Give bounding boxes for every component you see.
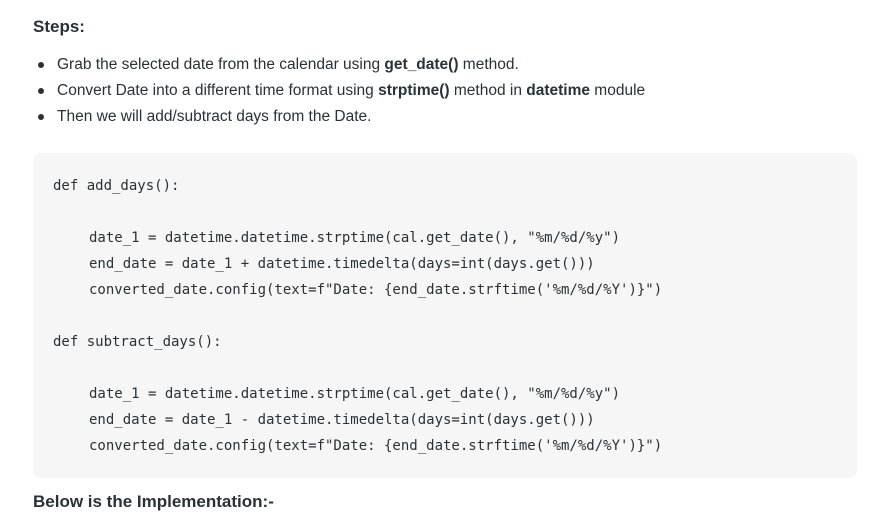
code-line-sub-end-date: end_date = date_1 - datetime.timedelta(d…	[89, 412, 595, 428]
step-2-mid: method in	[449, 82, 527, 99]
steps-list: Grab the selected date from the calendar…	[33, 52, 645, 130]
step-2-text: Convert Date into a different time forma…	[57, 82, 379, 99]
code-block: def add_days(): date_1 = datetime.dateti…	[33, 153, 857, 478]
implementation-heading: Below is the Implementation:-	[33, 492, 274, 511]
code-line-add-date1: date_1 = datetime.datetime.strptime(cal.…	[89, 230, 621, 246]
step-item-3: Then we will add/subtract days from the …	[33, 104, 645, 130]
code-line-def-add-days: def add_days():	[53, 178, 180, 194]
code-line-sub-date1: date_1 = datetime.datetime.strptime(cal.…	[89, 386, 621, 402]
code-line-add-config: converted_date.config(text=f"Date: {end_…	[89, 282, 663, 298]
step-1-method: get_date()	[384, 56, 459, 73]
step-2-method: strptime()	[378, 82, 450, 99]
step-item-1: Grab the selected date from the calendar…	[33, 52, 645, 78]
step-1-suffix: method.	[458, 56, 519, 73]
code-line-sub-config: converted_date.config(text=f"Date: {end_…	[89, 438, 663, 454]
step-2-module: datetime	[526, 82, 590, 99]
step-3-text: Then we will add/subtract days from the …	[57, 108, 372, 125]
code-line-add-end-date: end_date = date_1 + datetime.timedelta(d…	[89, 256, 595, 272]
steps-heading: Steps:	[33, 17, 85, 36]
step-item-2: Convert Date into a different time forma…	[33, 78, 645, 104]
step-1-text: Grab the selected date from the calendar…	[57, 56, 385, 73]
code-line-def-subtract-days: def subtract_days():	[53, 334, 222, 350]
step-2-suffix: module	[590, 82, 646, 99]
